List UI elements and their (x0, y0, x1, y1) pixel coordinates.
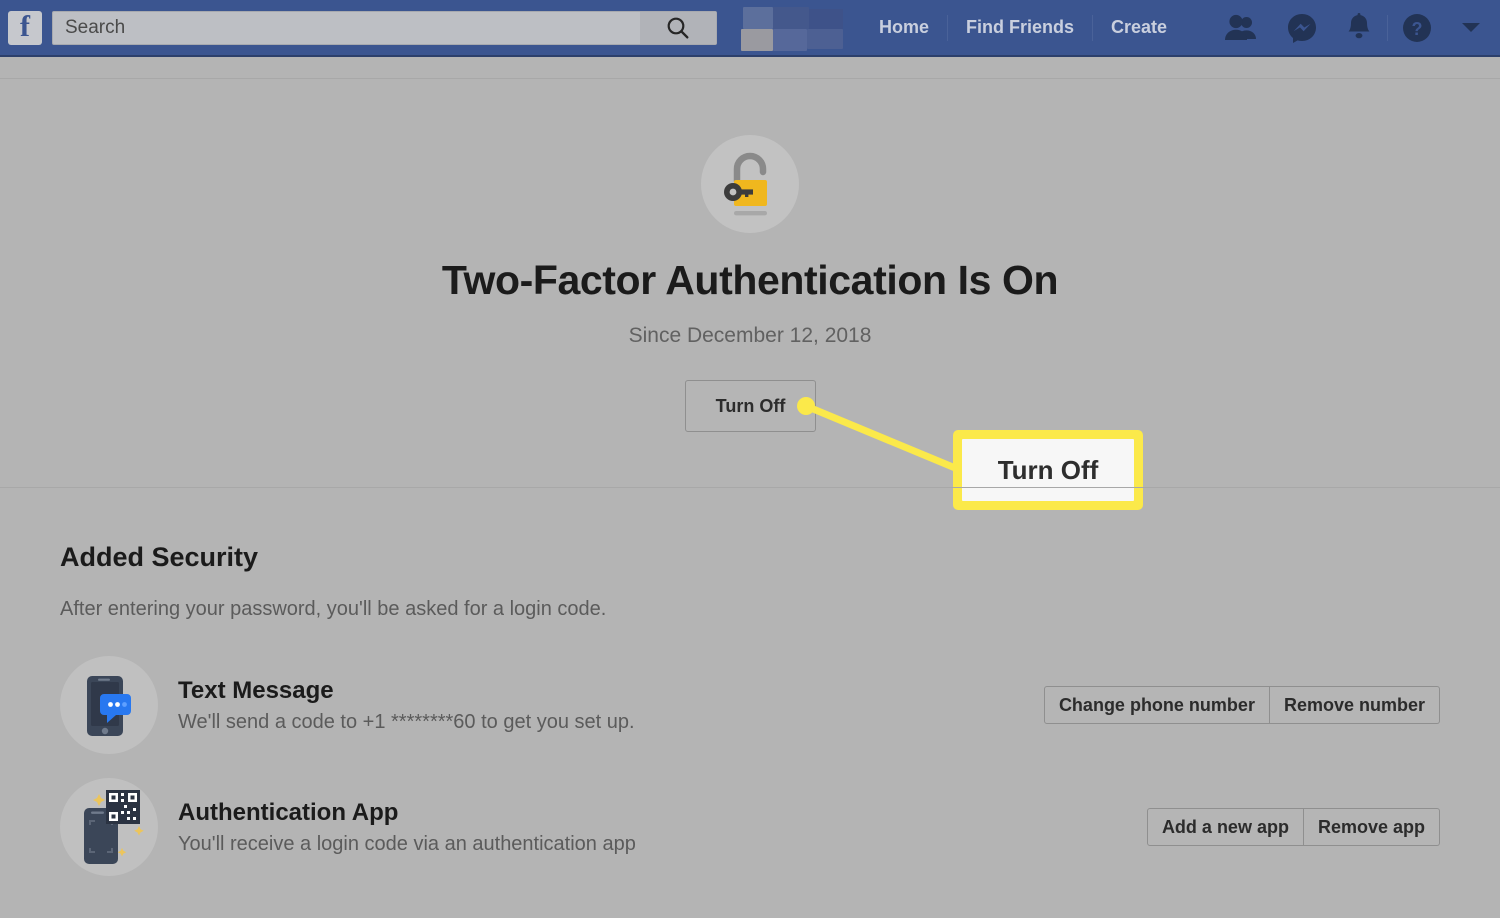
friend-requests-button[interactable] (1225, 14, 1259, 42)
help-question-icon: ? (1403, 13, 1432, 42)
authentication-app-title: Authentication App (178, 798, 399, 826)
change-phone-number-button[interactable]: Change phone number (1043, 686, 1270, 724)
callout-inner-panel: Turn Off (962, 439, 1134, 501)
notifications-bell-icon (1348, 12, 1370, 38)
help-button[interactable]: ? (1402, 13, 1432, 43)
messenger-button[interactable] (1287, 13, 1317, 43)
phone-qr-code-authenticator-icon (60, 778, 158, 876)
search-icon (667, 17, 689, 38)
nav-link-create[interactable]: Create (1093, 17, 1185, 38)
nav-divider (1387, 14, 1389, 41)
add-a-new-app-button[interactable]: Add a new app (1146, 808, 1304, 846)
search-bar[interactable] (52, 10, 717, 45)
callout-label: Turn Off (997, 454, 1099, 485)
callout-highlight-box: Turn Off (953, 430, 1143, 510)
friend-requests-icon (1225, 14, 1257, 40)
facebook-f-logo[interactable]: f (8, 9, 42, 45)
notifications-button[interactable] (1345, 12, 1373, 43)
search-input[interactable] (53, 11, 640, 44)
messenger-icon (1288, 13, 1317, 43)
added-security-description: After entering your password, you'll be … (60, 598, 607, 620)
facebook-logo-letter: f (20, 9, 30, 43)
nav-link-find-friends[interactable]: Find Friends (948, 17, 1092, 38)
two-factor-status-section: Two-Factor Authentication Is On Since De… (0, 79, 1500, 487)
facebook-top-navbar: f Home Find Friends Create (0, 0, 1500, 57)
account-menu-caret-icon[interactable] (1462, 23, 1481, 32)
added-security-heading: Added Security (60, 542, 259, 572)
profile-name-redacted (739, 5, 843, 51)
text-message-actions: Change phone number Remove number (1043, 686, 1440, 724)
text-message-info: Text Message We'll send a code to +1 ***… (178, 677, 1044, 734)
svg-text:?: ? (1412, 19, 1423, 39)
nav-link-home[interactable]: Home (861, 17, 947, 38)
turn-off-button[interactable]: Turn Off (685, 380, 816, 432)
page-title: Two-Factor Authentication Is On (441, 257, 1059, 303)
text-message-subtitle: We'll send a code to +1 ********60 to ge… (178, 710, 635, 733)
remove-number-button[interactable]: Remove number (1269, 686, 1440, 724)
security-method-row-authentication-app: Authentication App You'll receive a logi… (60, 778, 1440, 876)
authentication-app-subtitle: You'll receive a login code via an authe… (178, 832, 636, 855)
section-divider-rule (0, 487, 1500, 488)
phone-text-message-icon (60, 656, 158, 754)
security-method-row-text-message: Text Message We'll send a code to +1 ***… (60, 656, 1440, 754)
unlocked-padlock-with-key-icon (701, 135, 799, 233)
status-since-date: Since December 12, 2018 (628, 324, 872, 347)
text-message-title: Text Message (178, 676, 334, 704)
remove-app-button[interactable]: Remove app (1303, 808, 1440, 846)
search-button[interactable] (640, 11, 716, 44)
authentication-app-info: Authentication App You'll receive a logi… (178, 799, 1147, 856)
navbar-links: Home Find Friends Create (861, 14, 1185, 41)
authentication-app-actions: Add a new app Remove app (1146, 808, 1440, 846)
navbar-icon-group: ? (1211, 12, 1494, 43)
